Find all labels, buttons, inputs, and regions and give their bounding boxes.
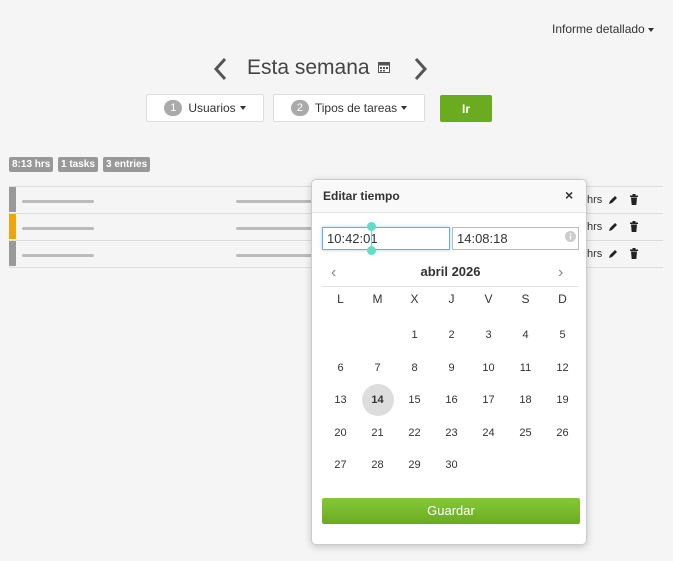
calendar-day-selected[interactable]: 14 [361, 384, 394, 416]
weekday-header: LMXJVSD [322, 292, 581, 312]
calendar-day[interactable]: 13 [325, 384, 357, 416]
calendar-day[interactable]: 6 [325, 352, 357, 384]
calendar-day[interactable]: 8 [399, 352, 431, 384]
popover-header: Editar tiempo × [312, 180, 586, 213]
pencil-icon[interactable] [608, 248, 618, 259]
total-hours-badge: 8:13 hrs [9, 157, 54, 172]
users-filter-label: Usuarios [188, 101, 236, 115]
task-types-count-badge: 2 [290, 100, 309, 116]
report-dropdown-label: Informe detallado [552, 22, 645, 36]
calendar-day[interactable]: 17 [473, 384, 505, 416]
entry-text-placeholder [22, 254, 94, 257]
entry-text-placeholder [236, 200, 316, 203]
week-title: Esta semana [247, 56, 370, 79]
save-button[interactable]: Guardar [322, 498, 580, 524]
start-time-input[interactable] [322, 227, 450, 250]
close-icon[interactable]: × [565, 187, 573, 203]
calendar-day[interactable]: 2 [436, 319, 468, 351]
trash-icon[interactable] [629, 248, 639, 259]
weekday-label: M [372, 292, 383, 306]
caret-down-icon [239, 106, 246, 110]
entry-text-placeholder [236, 254, 316, 257]
go-button[interactable]: Ir [440, 95, 492, 122]
calendar-day[interactable]: 7 [362, 352, 394, 384]
calendar-day[interactable]: 22 [399, 417, 431, 449]
weekday-label: S [521, 292, 530, 306]
calendar-day[interactable]: 24 [473, 417, 505, 449]
caret-down-icon [401, 106, 408, 110]
entry-text-placeholder [236, 227, 316, 230]
entry-color-bar [9, 241, 16, 266]
calendar-day[interactable]: 19 [547, 384, 579, 416]
selection-handle[interactable] [367, 246, 376, 255]
calendar-day[interactable]: 15 [399, 384, 431, 416]
chevron-right-icon[interactable] [408, 56, 432, 82]
weekday-label: J [448, 292, 455, 306]
weekday-label: L [337, 292, 344, 306]
calendar-day[interactable]: 16 [436, 384, 468, 416]
calendar-day[interactable]: 9 [436, 352, 468, 384]
users-filter-button[interactable]: 1 Usuarios [146, 94, 264, 122]
tasks-count-badge: 1 tasks [58, 157, 98, 172]
calendar-day[interactable]: 20 [325, 417, 357, 449]
entry-text-placeholder [22, 200, 94, 203]
task-types-filter-label: Tipos de tareas [314, 101, 398, 115]
calendar-day[interactable]: 23 [436, 417, 468, 449]
calendar-day[interactable]: 12 [547, 352, 579, 384]
weekday-label: V [484, 292, 493, 306]
selection-handle[interactable] [367, 222, 376, 231]
task-types-filter-button[interactable]: 2 Tipos de tareas [273, 94, 425, 122]
calendar-day[interactable]: 10 [473, 352, 505, 384]
popover-title: Editar tiempo [323, 189, 400, 203]
info-icon[interactable] [565, 231, 576, 242]
calendar-icon[interactable] [378, 61, 390, 73]
calendar-header: abril 2026 ‹ › [322, 262, 579, 287]
calendar-day[interactable]: 21 [362, 417, 394, 449]
calendar-day[interactable]: 29 [399, 449, 431, 481]
calendar-day[interactable]: 11 [510, 352, 542, 384]
caret-down-icon [647, 27, 654, 32]
trash-icon[interactable] [629, 194, 639, 205]
entry-color-bar [9, 214, 16, 239]
pencil-icon[interactable] [608, 194, 618, 205]
calendar-day[interactable]: 5 [547, 319, 579, 351]
calendar-prev-month-button[interactable]: ‹ [331, 264, 336, 282]
entry-hours: hrs [587, 248, 603, 260]
calendar-day[interactable]: 18 [510, 384, 542, 416]
pencil-icon[interactable] [608, 221, 618, 232]
calendar-day[interactable]: 26 [547, 417, 579, 449]
chevron-left-icon[interactable] [209, 56, 233, 82]
calendar-month-label: abril 2026 [420, 264, 481, 279]
calendar-day[interactable]: 28 [362, 449, 394, 481]
entry-hours: hrs [587, 194, 603, 206]
weekday-label: D [558, 292, 567, 306]
calendar-day[interactable]: 25 [510, 417, 542, 449]
weekday-label: X [410, 292, 419, 306]
entry-color-bar [9, 187, 16, 212]
entry-text-placeholder [22, 227, 94, 230]
entries-count-badge: 3 entries [103, 157, 151, 172]
entry-hours: hrs [587, 221, 603, 233]
calendar-day[interactable]: 30 [436, 449, 468, 481]
end-time-input[interactable] [452, 227, 579, 250]
report-dropdown[interactable]: Informe detallado [552, 22, 654, 36]
calendar-next-month-button[interactable]: › [558, 264, 563, 282]
calendar-day[interactable]: 27 [325, 449, 357, 481]
calendar-day[interactable]: 1 [399, 319, 431, 351]
edit-time-popover: Editar tiempo × abril 2026 ‹ › L M X J V S D 1… [311, 179, 587, 545]
trash-icon[interactable] [629, 221, 639, 232]
users-count-badge: 1 [164, 100, 183, 116]
calendar-day[interactable]: 4 [510, 319, 542, 351]
calendar-day[interactable]: 3 [473, 319, 505, 351]
